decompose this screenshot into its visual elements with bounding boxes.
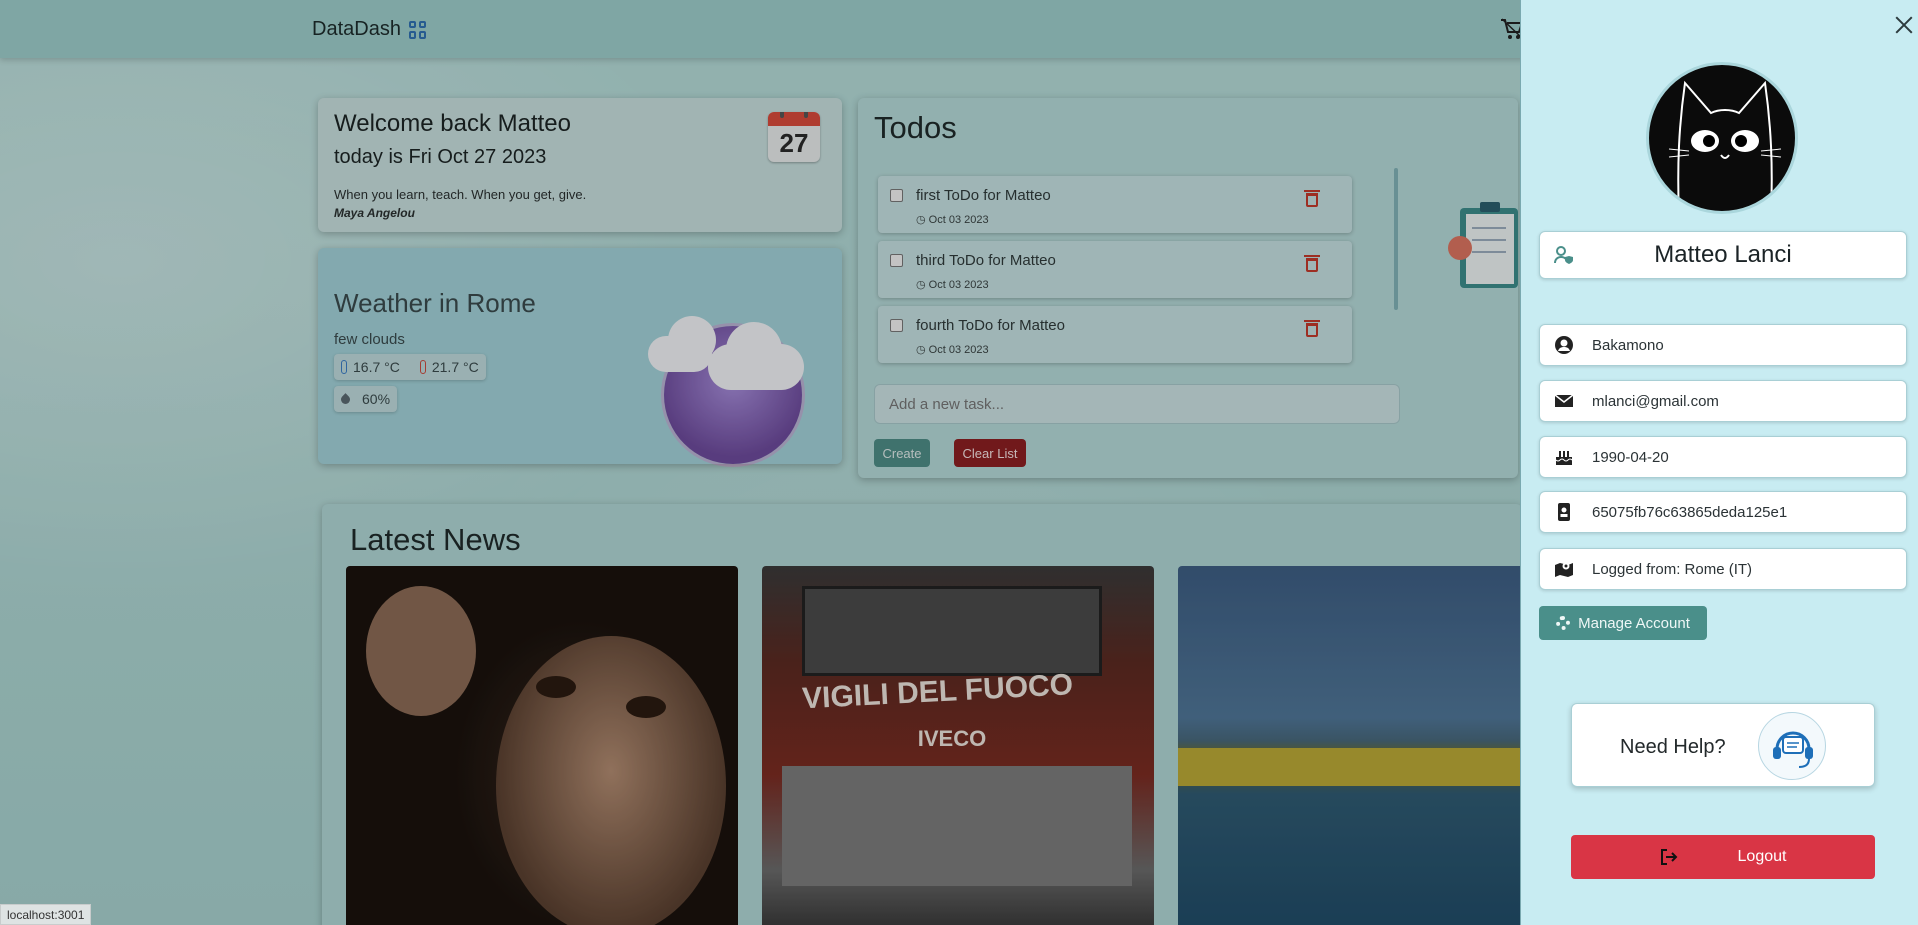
username-field: Bakamono (1539, 324, 1907, 366)
logout-icon (1660, 849, 1677, 865)
user-id-value: 65075fb76c63865deda125e1 (1592, 503, 1788, 521)
map-location-icon (1555, 562, 1573, 577)
need-help-label: Need Help? (1620, 736, 1726, 758)
close-icon[interactable] (1893, 14, 1915, 36)
user-circle-icon (1555, 336, 1573, 354)
manage-account-label: Manage Account (1578, 614, 1690, 632)
logged-from-value: Logged from: Rome (IT) (1592, 560, 1753, 578)
manage-account-button[interactable]: Manage Account (1539, 606, 1707, 640)
birthdate-value: 1990-04-20 (1592, 448, 1669, 466)
support-headset-icon (1758, 712, 1826, 780)
birthday-cake-icon (1555, 451, 1573, 465)
cat-avatar-icon (1668, 80, 1782, 211)
id-badge-icon (1558, 503, 1570, 521)
birthdate-field: 1990-04-20 (1539, 436, 1907, 478)
profile-panel: Matteo Lanci Bakamono mlanci@gmail.com 1… (1520, 0, 1918, 925)
gear-icon (1556, 616, 1571, 630)
email-value: mlanci@gmail.com (1592, 392, 1719, 410)
need-help-card[interactable]: Need Help? (1571, 703, 1875, 787)
logout-button[interactable]: Logout (1571, 835, 1875, 879)
avatar (1646, 62, 1798, 214)
user-id-field: 65075fb76c63865deda125e1 (1539, 491, 1907, 533)
email-field: mlanci@gmail.com (1539, 380, 1907, 422)
location-field: Logged from: Rome (IT) (1539, 548, 1907, 590)
profile-name: Matteo Lanci (1654, 241, 1792, 268)
status-bar-url: localhost:3001 (0, 904, 92, 925)
envelope-icon (1554, 394, 1574, 407)
logout-label: Logout (1737, 848, 1787, 865)
profile-name-field: Matteo Lanci (1539, 231, 1907, 279)
username-value: Bakamono (1592, 336, 1664, 354)
